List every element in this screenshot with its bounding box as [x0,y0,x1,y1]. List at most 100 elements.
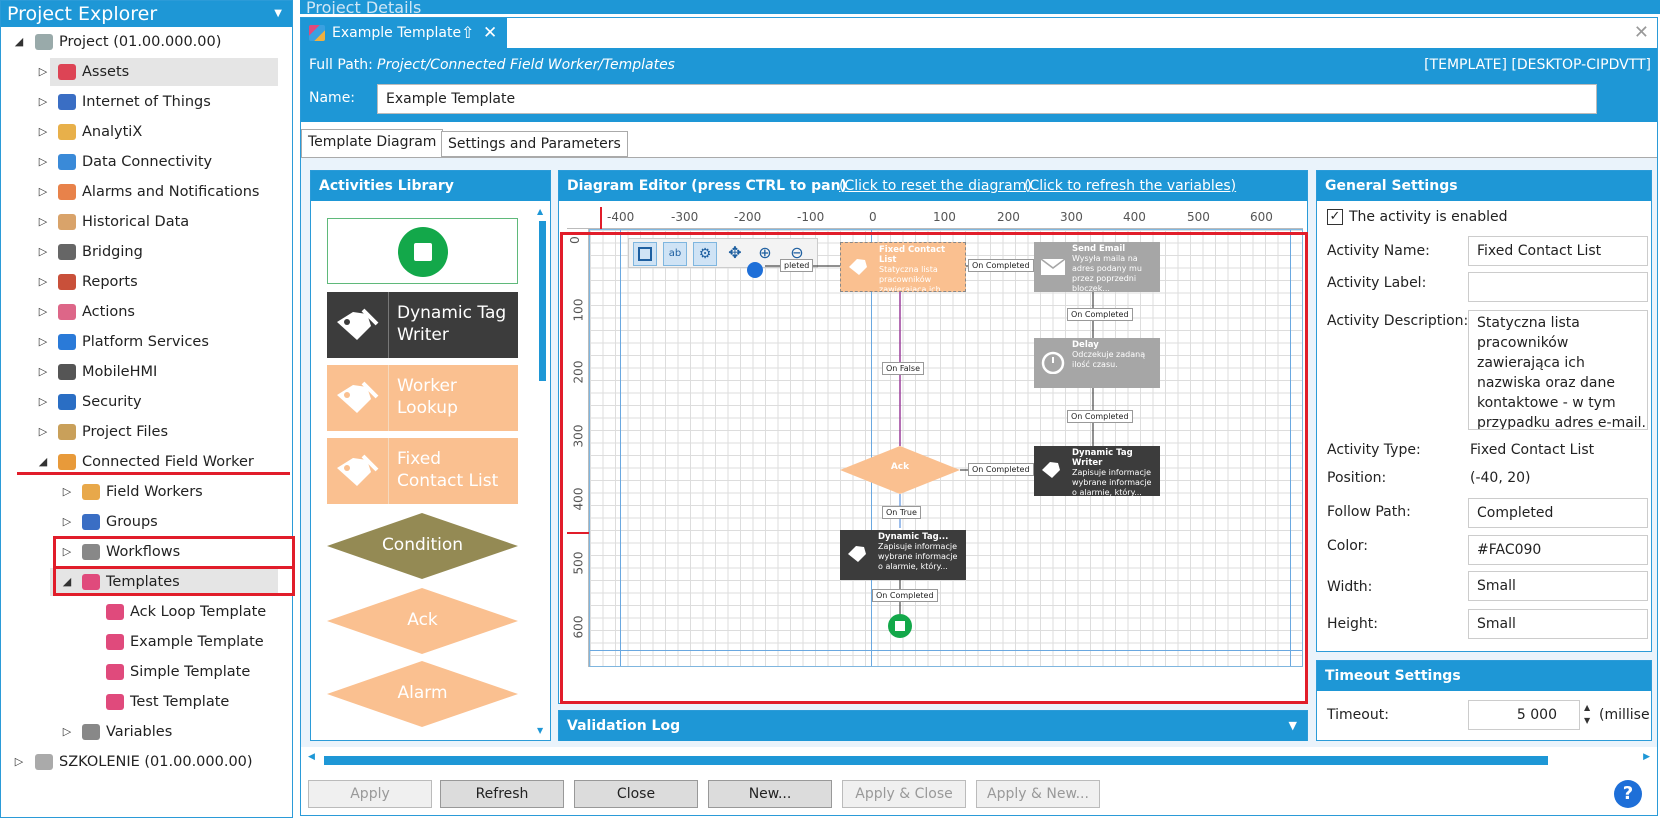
library-dynamic-tag-writer[interactable]: Dynamic Tag Writer [327,292,518,358]
tree-item[interactable]: ▷ Project Files [36,418,292,446]
help-icon[interactable]: ? [1614,780,1642,808]
tree-item[interactable]: ▷ Historical Data [36,208,292,236]
expand-arrow-icon[interactable]: ▷ [36,298,50,326]
height-field[interactable]: Small [1468,609,1648,639]
tree-item[interactable]: Ack Loop Template [102,598,292,626]
close-tab-icon[interactable]: ✕ [483,18,497,48]
horizontal-scrollbar[interactable]: ◀ ▶ [308,752,1650,766]
expand-arrow-icon[interactable]: ▷ [60,718,74,746]
library-alarm[interactable]: Alarm [327,661,518,727]
name-field[interactable]: Example Template [377,84,1597,114]
tree-item[interactable]: ▷ Platform Services [36,328,292,356]
expand-arrow-icon[interactable]: ▷ [36,208,50,236]
library-ack[interactable]: Ack [327,588,518,654]
apply-button[interactable]: Apply [308,780,432,808]
tree-item[interactable]: ▷ MobileHMI [36,358,292,386]
tree-item[interactable]: ▷ Assets [39,58,278,86]
tree-item[interactable]: ▷ Reports [36,268,292,296]
chevron-down-icon[interactable]: ▼ [1289,719,1297,732]
expand-arrow-icon[interactable]: ▷ [60,478,74,506]
expand-arrow-icon[interactable]: ▷ [36,58,50,86]
tree-item[interactable]: ▷ Bridging [36,238,292,266]
apply-close-button[interactable]: Apply & Close [842,780,966,808]
scroll-left-icon[interactable]: ◀ [308,752,315,762]
color-field[interactable]: #FAC090 [1468,535,1648,565]
apply-new-button[interactable]: Apply & New... [976,780,1100,808]
timeout-field[interactable]: 5 000 [1468,700,1580,730]
tree-item[interactable]: ▷ Variables [60,718,292,746]
expand-arrow-icon[interactable]: ▷ [36,328,50,356]
enabled-checkbox[interactable]: ✓ [1327,209,1343,225]
expand-arrow-icon[interactable]: ▷ [60,508,74,536]
tree-item[interactable]: ◢ Project (01.00.000.00) [12,28,292,56]
new-button[interactable]: New... [708,780,832,808]
validation-log-panel[interactable]: Validation Log ▼ [558,710,1308,741]
library-scrollbar[interactable]: ▲ ▼ [537,207,547,735]
tree-item-label: Variables [106,724,173,740]
refresh-button[interactable]: Refresh [440,780,564,808]
activity-name-field[interactable]: Fixed Contact List [1468,236,1648,266]
timeout-stepper[interactable]: ▲ ▼ [1584,701,1590,727]
template-icon [106,604,124,620]
tree-item[interactable]: ▷ Alarms and Notifications [36,178,292,206]
close-button[interactable]: Close [574,780,698,808]
reset-diagram-link[interactable]: (Click to reset the diagram) [839,171,1032,201]
expand-arrow-icon[interactable]: ▷ [36,88,50,116]
close-window-icon[interactable]: ✕ [1634,22,1649,43]
tree-item[interactable]: ▷ Data Connectivity [36,148,292,176]
expand-arrow-icon[interactable]: ▷ [36,178,50,206]
library-scroll-thumb[interactable] [539,221,546,381]
expand-arrow-icon[interactable]: ▷ [36,418,50,446]
expand-arrow-icon[interactable]: ▷ [36,268,50,296]
full-path-value: Project/Connected Field Worker/Templates [377,57,675,73]
chevron-down-icon[interactable]: ▼ [274,1,282,27]
activity-label-field[interactable] [1468,272,1648,302]
library-fixed-contact-list[interactable]: Fixed Contact List [327,438,518,504]
library-condition[interactable]: Condition [327,513,518,579]
position-value: (-40, 20) [1470,470,1531,486]
connected-field-worker-icon [58,454,76,470]
bridging-icon [58,244,76,260]
tree-item[interactable]: Simple Template [102,658,292,686]
tree-item[interactable]: ▷ Field Workers [60,478,292,506]
tree-item-label: Ack Loop Template [130,604,267,620]
width-field[interactable]: Small [1468,571,1648,601]
tree-item[interactable]: ▷ Groups [60,508,292,536]
tree-item-label: Platform Services [82,334,209,350]
tree-item[interactable]: ▷ Internet of Things [36,88,292,116]
tree-item[interactable]: ▷ AnalytiX [36,118,292,146]
tree-item[interactable]: ▷ Security [36,388,292,416]
tree-item-label: Security [82,394,142,410]
library-worker-lookup[interactable]: Worker Lookup [327,365,518,431]
activity-description-field[interactable]: Statyczna lista pracowników zawierająca … [1468,310,1648,430]
collapse-arrow-icon[interactable]: ◢ [12,28,26,56]
actions-icon [58,304,76,320]
pin-icon[interactable]: ⇧ [461,18,474,48]
refresh-variables-link[interactable]: (Click to refresh the variables) [1024,171,1236,201]
expand-arrow-icon[interactable]: ▷ [36,148,50,176]
follow-path-field[interactable]: Completed [1468,498,1648,528]
diagram-highlight [560,232,1308,704]
field-workers-icon [82,484,100,500]
tree-item[interactable]: Test Template [102,688,292,716]
document-tab[interactable]: Example Template ⇧ ✕ [301,18,507,48]
expand-arrow-icon[interactable]: ▷ [36,238,50,266]
expand-arrow-icon[interactable]: ▷ [36,118,50,146]
activity-type-value: Fixed Contact List [1470,442,1595,458]
tab-settings-parameters[interactable]: Settings and Parameters [441,131,628,157]
expand-arrow-icon[interactable]: ▷ [12,748,26,776]
library-start-node[interactable] [327,218,518,284]
tree-item-label: Alarms and Notifications [82,184,260,200]
template-icon [106,664,124,680]
tree-item[interactable]: ▷ SZKOLENIE (01.00.000.00) [12,748,292,776]
horizontal-scroll-thumb[interactable] [324,756,1548,765]
scroll-up-icon[interactable]: ▲ [537,207,543,216]
tree-item[interactable]: Example Template [102,628,292,656]
expand-arrow-icon[interactable]: ▷ [36,358,50,386]
ruler-marker [600,207,602,229]
expand-arrow-icon[interactable]: ▷ [36,388,50,416]
scroll-down-icon[interactable]: ▼ [537,726,543,735]
tab-template-diagram[interactable]: Template Diagram [301,129,444,158]
scroll-right-icon[interactable]: ▶ [1643,752,1650,762]
tree-item[interactable]: ▷ Actions [36,298,292,326]
